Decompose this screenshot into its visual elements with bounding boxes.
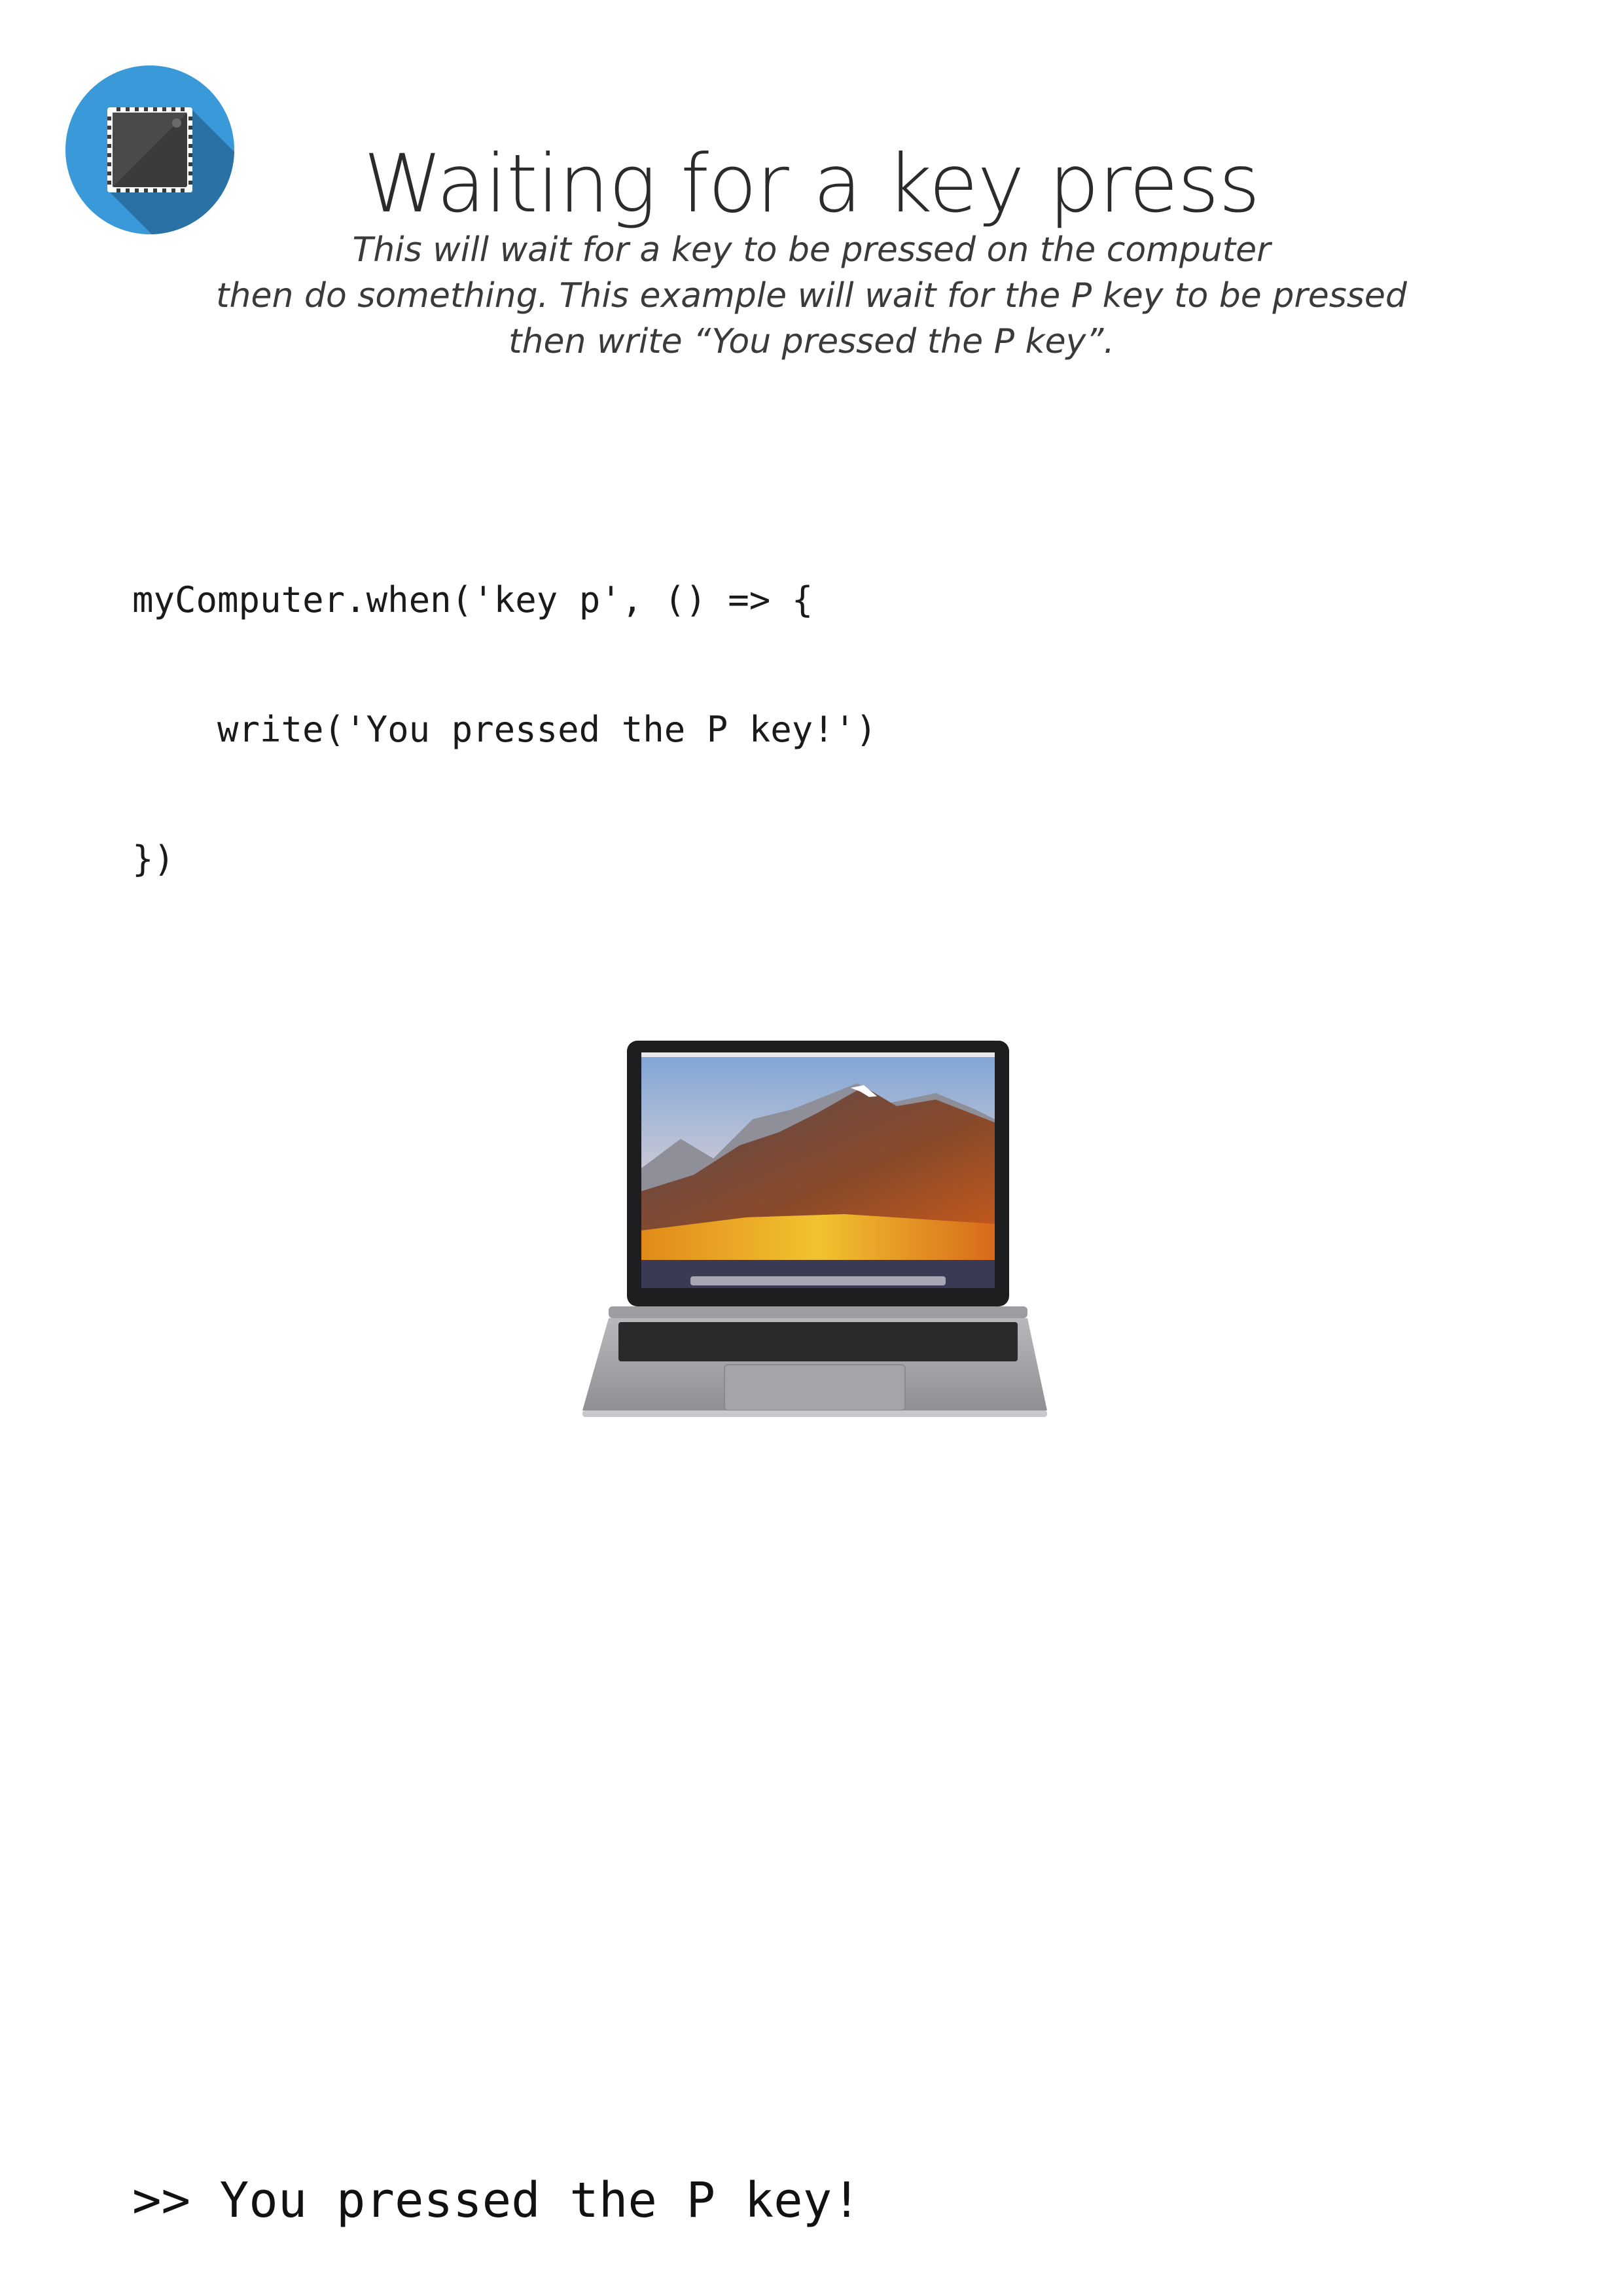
code-block: myComputer.when('key p', () => { write('…	[132, 492, 877, 924]
page-title: Waiting for a key press	[363, 137, 1260, 230]
code-line: myComputer.when('key p', () => {	[132, 579, 813, 620]
description-line: then write “You pressed the P key”.	[508, 322, 1115, 361]
laptop-icon	[582, 1034, 1047, 1420]
description-line: then do something. This example will wai…	[216, 276, 1407, 315]
code-line: write('You pressed the P key!')	[217, 709, 877, 750]
description-line: This will wait for a key to be pressed o…	[352, 230, 1271, 270]
console-output: >> You pressed the P key!	[132, 2172, 861, 2229]
code-line: })	[132, 838, 175, 880]
description: This will wait for a key to be pressed o…	[0, 227, 1623, 365]
